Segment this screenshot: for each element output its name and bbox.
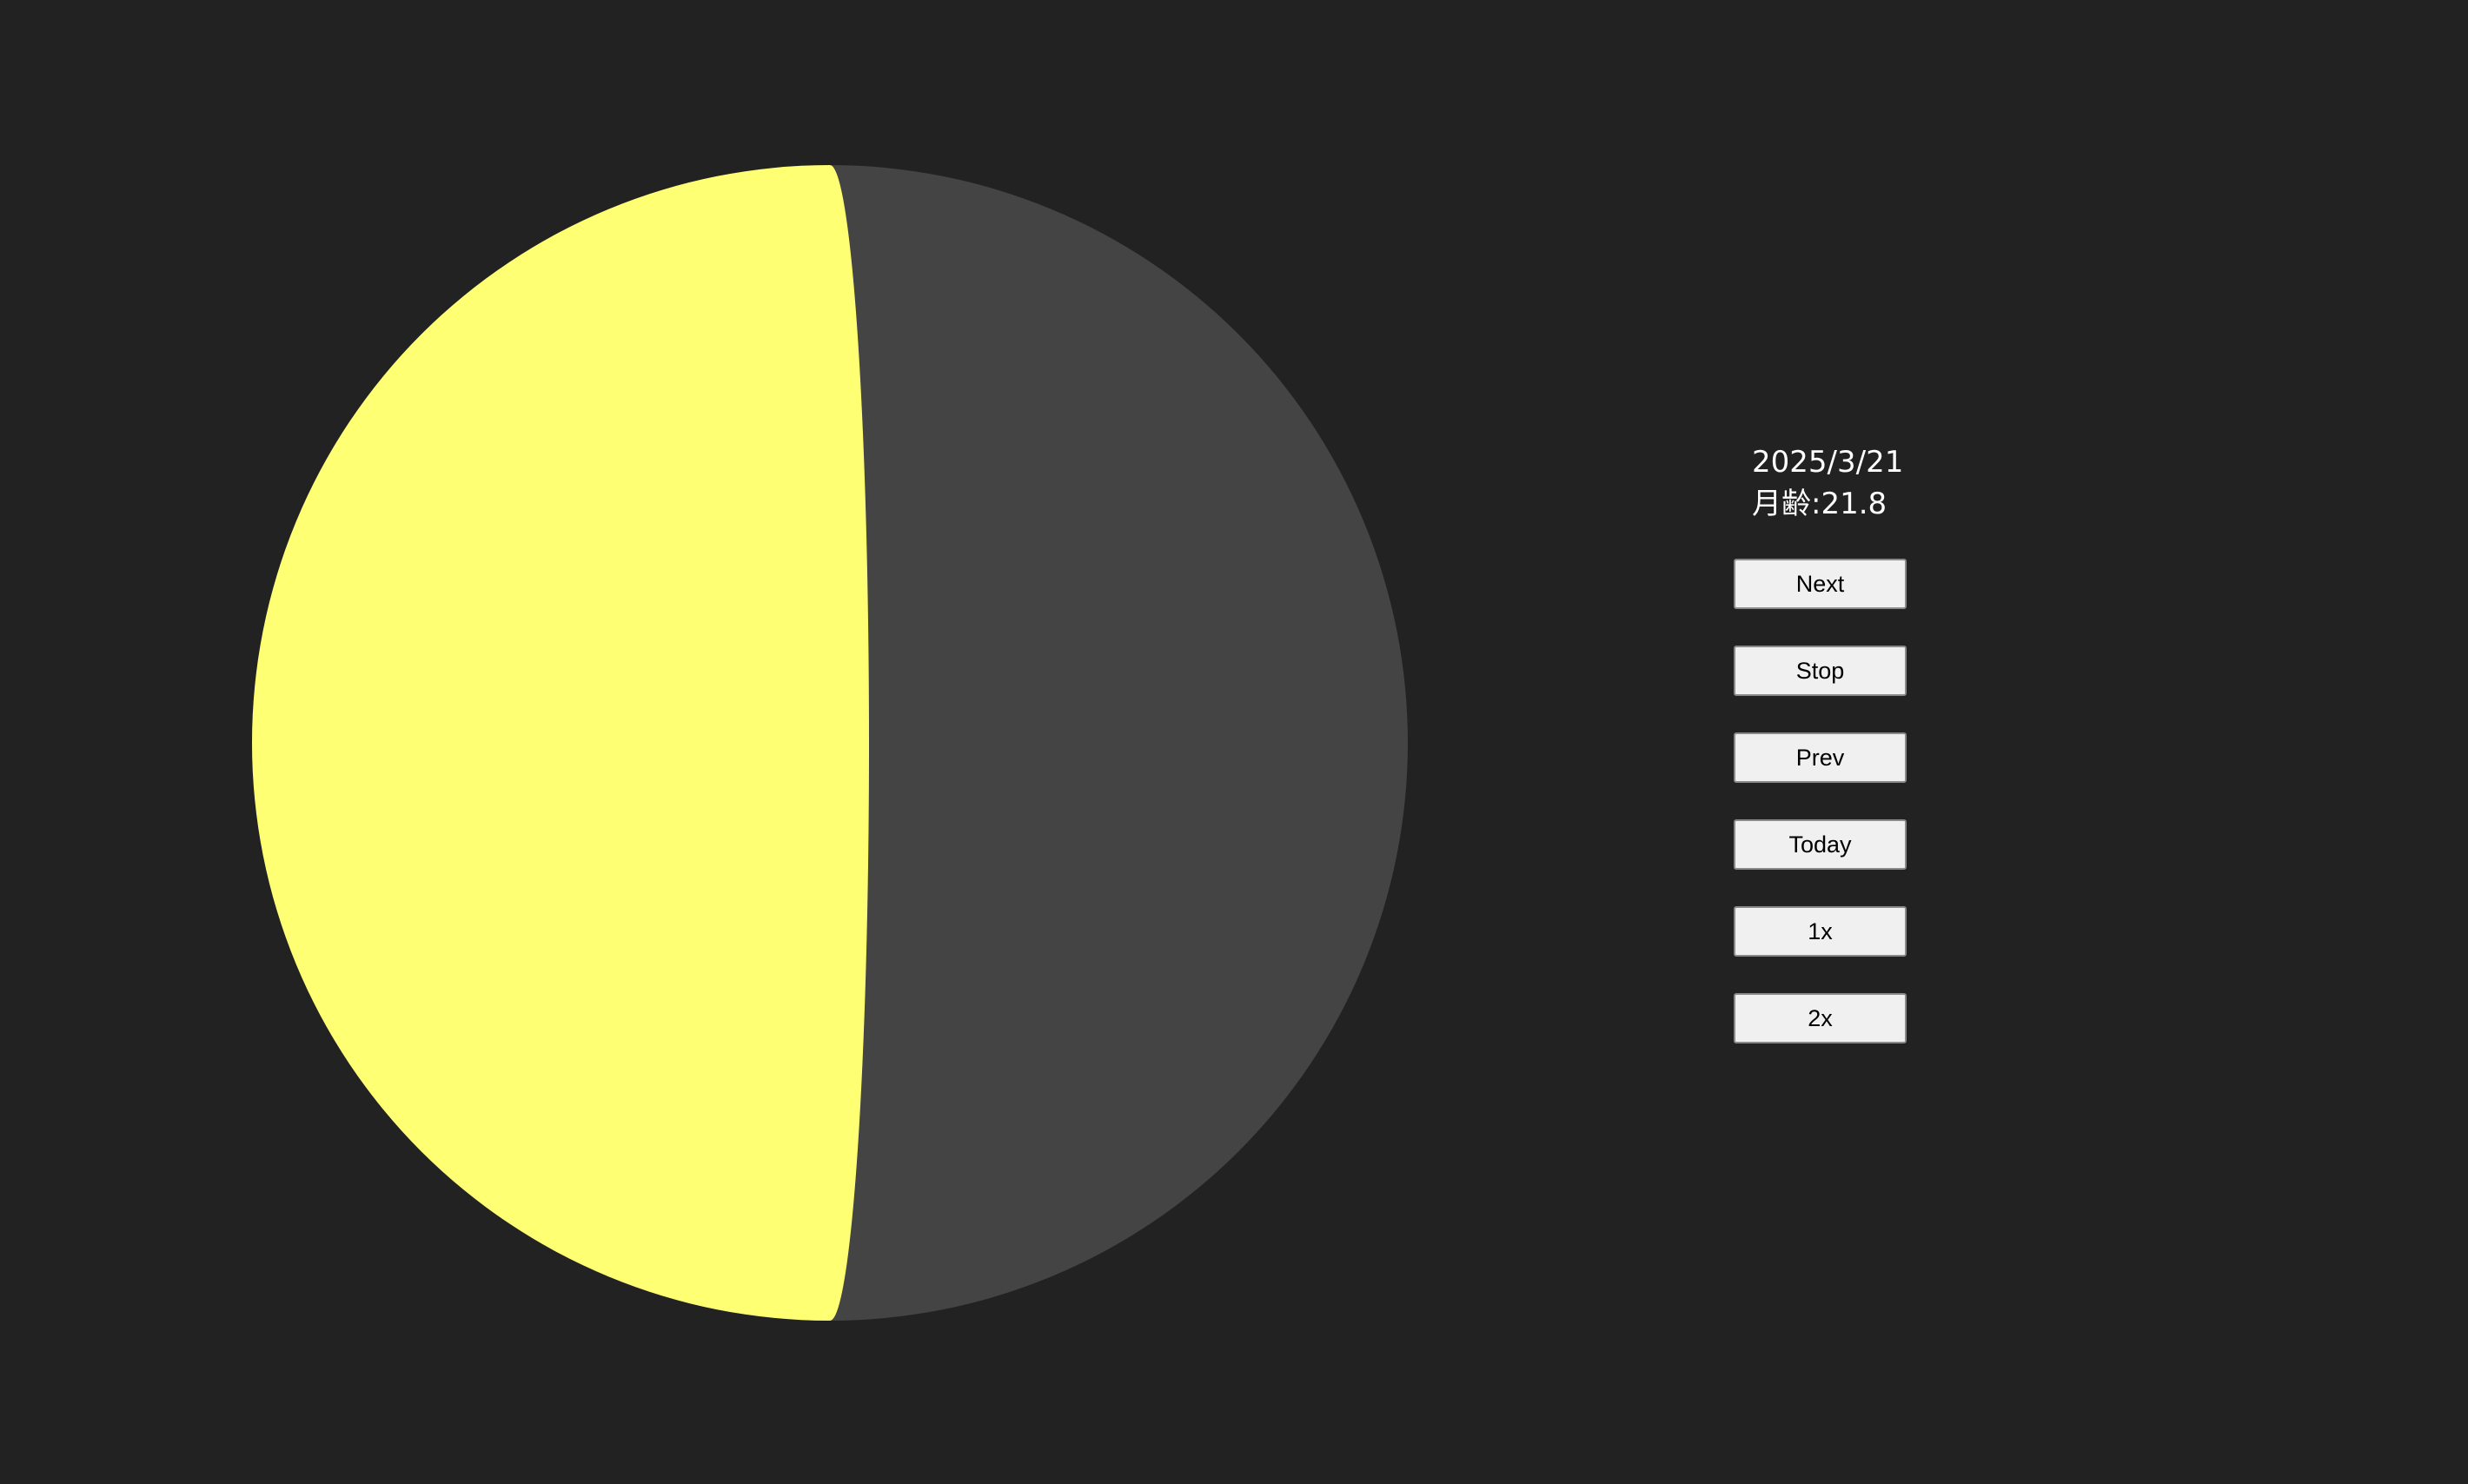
next-button[interactable]: Next — [1734, 559, 1907, 609]
today-button[interactable]: Today — [1734, 819, 1907, 870]
prev-button[interactable]: Prev — [1734, 732, 1907, 783]
moon-info: 2025/3/21 月齢:21.8 — [1752, 441, 1903, 525]
moon-age-display: 月齢:21.8 — [1752, 487, 1887, 521]
moon-phase-app: 2025/3/21 月齢:21.8 Next Stop Prev Today 1… — [0, 0, 2468, 1484]
moon-canvas — [252, 165, 1408, 1321]
stop-button[interactable]: Stop — [1734, 646, 1907, 696]
speed-2x-button[interactable]: 2x — [1734, 993, 1907, 1043]
date-display: 2025/3/21 — [1752, 445, 1904, 480]
speed-1x-button[interactable]: 1x — [1734, 906, 1907, 957]
moon-lit-portion — [252, 165, 869, 1321]
controls-panel: Next Stop Prev Today 1x 2x — [1734, 559, 1907, 1080]
